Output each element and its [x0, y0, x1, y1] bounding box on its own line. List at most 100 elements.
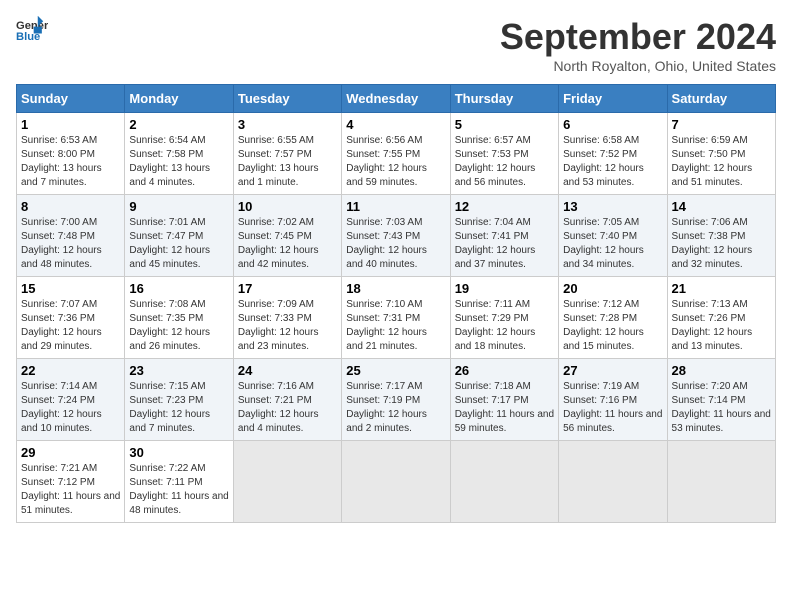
calendar-cell [233, 441, 341, 523]
day-number: 30 [129, 445, 228, 460]
calendar-cell: 15 Sunrise: 7:07 AMSunset: 7:36 PMDayligh… [17, 277, 125, 359]
day-number: 15 [21, 281, 120, 296]
day-info: Sunrise: 7:00 AMSunset: 7:48 PMDaylight:… [21, 217, 102, 270]
calendar-cell: 10Sunrise: 7:02 AMSunset: 7:45 PMDayligh… [233, 195, 341, 277]
day-info: Sunrise: 7:16 AMSunset: 7:21 PMDaylight:… [238, 381, 319, 434]
day-info: Sunrise: 7:05 AMSunset: 7:40 PMDaylight:… [563, 217, 644, 270]
calendar-cell: 28Sunrise: 7:20 AMSunset: 7:14 PMDayligh… [667, 359, 775, 441]
calendar-cell: 8 Sunrise: 7:00 AMSunset: 7:48 PMDaylight… [17, 195, 125, 277]
day-info: Sunrise: 7:10 AMSunset: 7:31 PMDaylight:… [346, 299, 427, 352]
title-area: September 2024 North Royalton, Ohio, Uni… [500, 16, 776, 74]
day-number: 1 [21, 117, 120, 132]
calendar-cell: 16 Sunrise: 7:08 AMSunset: 7:35 PMDayligh… [125, 277, 233, 359]
day-info: Sunrise: 7:22 AMSunset: 7:11 PMDaylight:… [129, 463, 228, 516]
day-number: 20 [563, 281, 662, 296]
day-number: 25 [346, 363, 445, 378]
calendar-cell [559, 441, 667, 523]
day-info: Sunrise: 7:19 AMSunset: 7:16 PMDaylight:… [563, 381, 662, 434]
day-number: 4 [346, 117, 445, 132]
calendar-cell [667, 441, 775, 523]
day-info: Sunrise: 7:11 AMSunset: 7:29 PMDaylight:… [455, 299, 536, 352]
day-info: Sunrise: 6:56 AMSunset: 7:55 PMDaylight:… [346, 135, 427, 188]
calendar-cell: 22Sunrise: 7:14 AMSunset: 7:24 PMDayligh… [17, 359, 125, 441]
day-info: Sunrise: 7:17 AMSunset: 7:19 PMDaylight:… [346, 381, 427, 434]
calendar-cell: 13 Sunrise: 7:05 AMSunset: 7:40 PMDayligh… [559, 195, 667, 277]
day-info: Sunrise: 7:20 AMSunset: 7:14 PMDaylight:… [672, 381, 771, 434]
logo: General Blue [16, 16, 48, 44]
calendar-cell: 3 Sunrise: 6:55 AMSunset: 7:57 PMDaylight… [233, 113, 341, 195]
day-number: 23 [129, 363, 228, 378]
day-number: 3 [238, 117, 337, 132]
day-number: 7 [672, 117, 771, 132]
calendar-cell: 27 Sunrise: 7:19 AMSunset: 7:16 PMDayligh… [559, 359, 667, 441]
day-number: 19 [455, 281, 554, 296]
col-thursday: Thursday [450, 85, 558, 113]
calendar-cell: 26Sunrise: 7:18 AMSunset: 7:17 PMDayligh… [450, 359, 558, 441]
calendar-cell: 25 Sunrise: 7:17 AMSunset: 7:19 PMDayligh… [342, 359, 450, 441]
calendar-cell: 23 Sunrise: 7:15 AMSunset: 7:23 PMDayligh… [125, 359, 233, 441]
calendar-table: Sunday Monday Tuesday Wednesday Thursday… [16, 84, 776, 523]
calendar-week-1: 1 Sunrise: 6:53 AMSunset: 8:00 PMDaylight… [17, 113, 776, 195]
calendar-cell: 5 Sunrise: 6:57 AMSunset: 7:53 PMDaylight… [450, 113, 558, 195]
day-number: 5 [455, 117, 554, 132]
col-saturday: Saturday [667, 85, 775, 113]
day-info: Sunrise: 6:54 AMSunset: 7:58 PMDaylight:… [129, 135, 210, 188]
calendar-cell: 18 Sunrise: 7:10 AMSunset: 7:31 PMDayligh… [342, 277, 450, 359]
day-info: Sunrise: 7:07 AMSunset: 7:36 PMDaylight:… [21, 299, 102, 352]
day-number: 24 [238, 363, 337, 378]
calendar-cell [342, 441, 450, 523]
calendar-cell: 9Sunrise: 7:01 AMSunset: 7:47 PMDaylight… [125, 195, 233, 277]
day-info: Sunrise: 6:53 AMSunset: 8:00 PMDaylight:… [21, 135, 102, 188]
col-sunday: Sunday [17, 85, 125, 113]
day-number: 21 [672, 281, 771, 296]
svg-text:General: General [16, 20, 48, 32]
day-number: 17 [238, 281, 337, 296]
day-number: 14 [672, 199, 771, 214]
col-tuesday: Tuesday [233, 85, 341, 113]
day-number: 13 [563, 199, 662, 214]
day-info: Sunrise: 7:12 AMSunset: 7:28 PMDaylight:… [563, 299, 644, 352]
day-info: Sunrise: 7:03 AMSunset: 7:43 PMDaylight:… [346, 217, 427, 270]
day-number: 18 [346, 281, 445, 296]
calendar-week-2: 8 Sunrise: 7:00 AMSunset: 7:48 PMDaylight… [17, 195, 776, 277]
day-info: Sunrise: 7:02 AMSunset: 7:45 PMDaylight:… [238, 217, 319, 270]
day-number: 11 [346, 199, 445, 214]
calendar-cell: 6 Sunrise: 6:58 AMSunset: 7:52 PMDaylight… [559, 113, 667, 195]
day-info: Sunrise: 7:14 AMSunset: 7:24 PMDaylight:… [21, 381, 102, 434]
day-number: 2 [129, 117, 228, 132]
col-wednesday: Wednesday [342, 85, 450, 113]
calendar-cell: 1 Sunrise: 6:53 AMSunset: 8:00 PMDaylight… [17, 113, 125, 195]
calendar-cell: 7 Sunrise: 6:59 AMSunset: 7:50 PMDaylight… [667, 113, 775, 195]
day-info: Sunrise: 7:01 AMSunset: 7:47 PMDaylight:… [129, 217, 210, 270]
day-info: Sunrise: 7:06 AMSunset: 7:38 PMDaylight:… [672, 217, 753, 270]
day-number: 16 [129, 281, 228, 296]
day-info: Sunrise: 6:55 AMSunset: 7:57 PMDaylight:… [238, 135, 319, 188]
calendar-cell: 24 Sunrise: 7:16 AMSunset: 7:21 PMDayligh… [233, 359, 341, 441]
day-number: 27 [563, 363, 662, 378]
calendar-cell: 4 Sunrise: 6:56 AMSunset: 7:55 PMDaylight… [342, 113, 450, 195]
calendar-body: 1 Sunrise: 6:53 AMSunset: 8:00 PMDaylight… [17, 113, 776, 523]
calendar-cell: 19 Sunrise: 7:11 AMSunset: 7:29 PMDayligh… [450, 277, 558, 359]
day-number: 12 [455, 199, 554, 214]
day-number: 8 [21, 199, 120, 214]
calendar-cell: 21 Sunrise: 7:13 AMSunset: 7:26 PMDayligh… [667, 277, 775, 359]
day-number: 26 [455, 363, 554, 378]
day-number: 29 [21, 445, 120, 460]
calendar-cell: 30 Sunrise: 7:22 AMSunset: 7:11 PMDayligh… [125, 441, 233, 523]
location: North Royalton, Ohio, United States [500, 58, 776, 74]
calendar-week-5: 29Sunrise: 7:21 AMSunset: 7:12 PMDayligh… [17, 441, 776, 523]
day-info: Sunrise: 7:08 AMSunset: 7:35 PMDaylight:… [129, 299, 210, 352]
calendar-cell: 20 Sunrise: 7:12 AMSunset: 7:28 PMDayligh… [559, 277, 667, 359]
day-info: Sunrise: 7:15 AMSunset: 7:23 PMDaylight:… [129, 381, 210, 434]
header-row: Sunday Monday Tuesday Wednesday Thursday… [17, 85, 776, 113]
calendar-cell: 11 Sunrise: 7:03 AMSunset: 7:43 PMDayligh… [342, 195, 450, 277]
day-info: Sunrise: 6:57 AMSunset: 7:53 PMDaylight:… [455, 135, 536, 188]
calendar-cell [450, 441, 558, 523]
day-number: 6 [563, 117, 662, 132]
day-info: Sunrise: 7:13 AMSunset: 7:26 PMDaylight:… [672, 299, 753, 352]
calendar-cell: 2 Sunrise: 6:54 AMSunset: 7:58 PMDaylight… [125, 113, 233, 195]
calendar-cell: 14 Sunrise: 7:06 AMSunset: 7:38 PMDayligh… [667, 195, 775, 277]
day-info: Sunrise: 6:59 AMSunset: 7:50 PMDaylight:… [672, 135, 753, 188]
day-info: Sunrise: 6:58 AMSunset: 7:52 PMDaylight:… [563, 135, 644, 188]
calendar-cell: 17Sunrise: 7:09 AMSunset: 7:33 PMDayligh… [233, 277, 341, 359]
